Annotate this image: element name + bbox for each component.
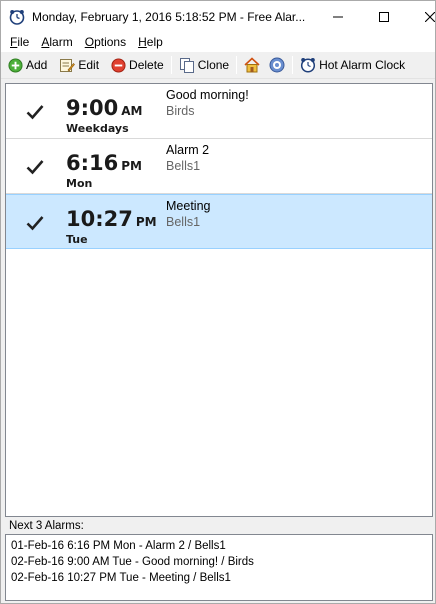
alarm-row[interactable]: 9:00 AM Weekdays Good morning! Birds [6,84,432,139]
edit-icon [60,59,76,72]
menu-help[interactable]: Help [132,35,169,49]
title-bar[interactable]: Monday, February 1, 2016 5:18:52 PM - Fr… [1,1,435,32]
toolbar-separator [292,56,294,74]
menu-bar: File Alarm Options Help [1,32,435,52]
maximize-button[interactable] [361,1,407,32]
alarm-name: Meeting [166,199,211,213]
alarm-sound: Birds [166,104,195,118]
plus-circle-icon [8,57,23,73]
copy-icon [179,58,194,73]
minimize-button[interactable] [315,1,361,32]
minimize-icon [333,16,343,17]
alarm-sound: Bells1 [166,159,201,173]
hot-alarm-clock-button[interactable]: Hot Alarm Clock [297,54,408,76]
alarm-time: 10:27 PM [66,207,157,231]
next-alarm-line: 02-Feb-16 9:00 AM Tue - Good morning! / … [11,556,254,568]
next-alarm-line: 02-Feb-16 10:27 PM Tue - Meeting / Bells… [11,572,231,584]
toolbar: Add Edit Delete Clone Hot Alarm Clock [1,52,435,79]
alarm-time: 9:00 AM [66,96,143,120]
alarm-days: Mon [66,177,93,190]
alarm-clock-icon [301,58,316,73]
next-alarms-label: Next 3 Alarms: [9,520,84,532]
home-icon [244,57,260,73]
close-button[interactable] [407,1,436,32]
next-alarm-line: 01-Feb-16 6:16 PM Mon - Alarm 2 / Bells1 [11,540,226,552]
delete-button[interactable]: Delete [108,54,167,76]
menu-options[interactable]: Options [79,35,132,49]
clone-button[interactable]: Clone [176,54,232,76]
app-window: Monday, February 1, 2016 5:18:52 PM - Fr… [0,0,436,604]
close-icon [425,11,435,22]
alarm-days: Weekdays [66,122,129,135]
checkbox-checked-icon[interactable] [25,213,45,233]
checkbox-checked-icon[interactable] [25,102,45,122]
alarm-clock-icon [9,9,25,25]
alarm-sound: Bells1 [166,215,201,229]
toolbar-separator [170,56,172,74]
minus-circle-icon [111,57,126,73]
alarm-days: Tue [66,233,88,246]
alarm-name: Good morning! [166,88,249,102]
checkbox-checked-icon[interactable] [25,157,45,177]
alarm-name: Alarm 2 [166,143,210,157]
help-icon [269,57,285,73]
next-alarms-list[interactable]: 01-Feb-16 6:16 PM Mon - Alarm 2 / Bells1… [5,534,433,601]
alarm-row[interactable]: 6:16 PM Mon Alarm 2 Bells1 [6,139,432,194]
add-button[interactable]: Add [5,54,50,76]
toolbar-separator [236,56,238,74]
edit-button[interactable]: Edit [56,54,102,76]
home-button[interactable] [241,54,263,76]
help-button[interactable] [266,54,288,76]
maximize-icon [379,11,389,22]
menu-alarm[interactable]: Alarm [35,35,78,49]
menu-file[interactable]: File [4,35,35,49]
window-title: Monday, February 1, 2016 5:18:52 PM - Fr… [32,9,306,24]
alarm-list[interactable]: 9:00 AM Weekdays Good morning! Birds 6:16… [5,83,433,517]
alarm-time: 6:16 PM [66,151,142,175]
alarm-row-selected[interactable]: 10:27 PM Tue Meeting Bells1 [6,194,432,249]
